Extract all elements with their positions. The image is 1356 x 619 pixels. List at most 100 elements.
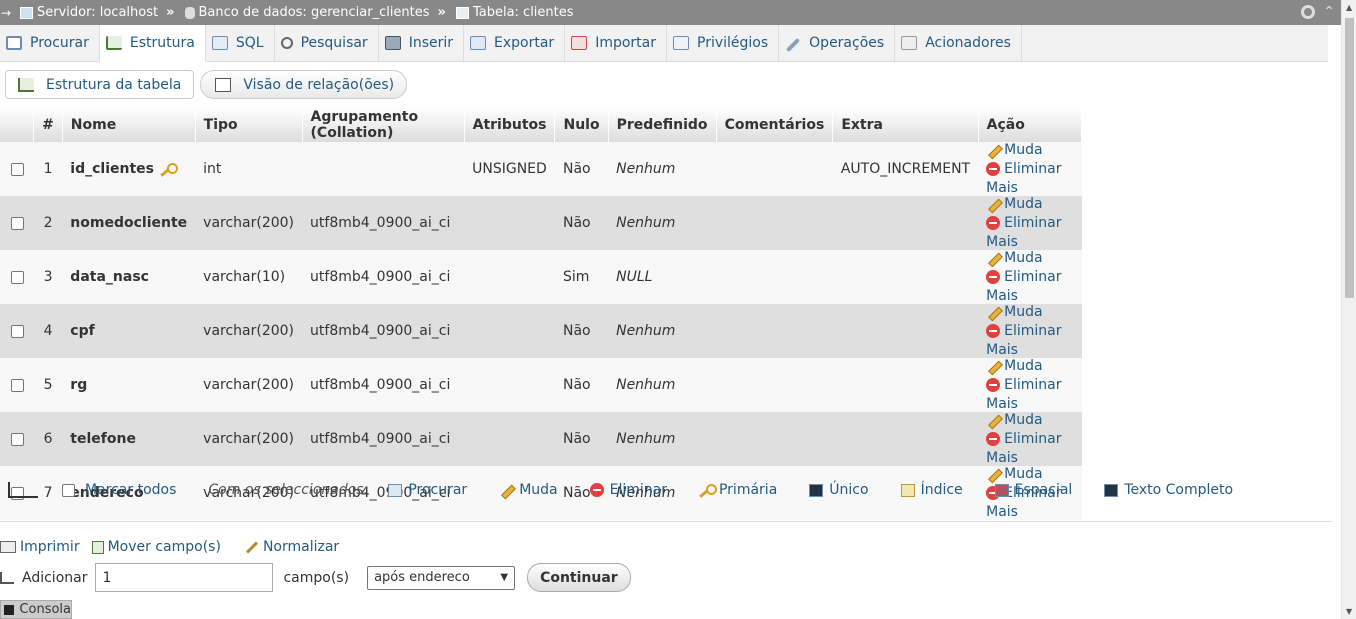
insert-icon <box>384 36 401 50</box>
browse-icon <box>388 483 403 497</box>
add-field-label: Adicionar <box>22 569 88 586</box>
normalize-link[interactable]: Normalizar <box>245 539 339 555</box>
primary-key-icon <box>160 163 178 175</box>
settings-gear-icon[interactable] <box>1301 5 1316 19</box>
server-icon <box>20 6 33 19</box>
cell-number: 2 <box>33 196 63 250</box>
cell-attributes: UNSIGNED <box>464 142 555 196</box>
cell-default: NULL <box>608 250 717 304</box>
bulk-spatial[interactable]: Espacial <box>994 482 1072 498</box>
collapse-icon[interactable]: ⌃ <box>1323 5 1335 19</box>
cell-actions: Muda Eliminar Mais <box>978 196 1082 250</box>
more-action[interactable]: Mais <box>986 450 1018 466</box>
arrow-up-icon <box>8 482 38 498</box>
unique-icon <box>809 483 824 497</box>
more-action[interactable]: Mais <box>986 342 1018 358</box>
tab-triggers[interactable]: Acionadores <box>895 25 1022 61</box>
drop-icon <box>986 216 1001 230</box>
drop-action[interactable]: Eliminar <box>986 215 1062 231</box>
bulk-primary[interactable]: Primária <box>699 482 777 498</box>
breadcrumb-database[interactable]: Banco de dados: gerenciar_clientes <box>184 5 430 20</box>
more-action[interactable]: Mais <box>986 234 1018 250</box>
continue-button[interactable]: Continuar <box>527 563 631 592</box>
cell-type: varchar(200) <box>195 196 303 250</box>
cell-null: Não <box>554 358 609 412</box>
tab-operations[interactable]: Operações <box>779 25 896 61</box>
relation-view-button[interactable]: Visão de relação(ões) <box>200 70 408 99</box>
cell-attributes <box>464 412 555 466</box>
back-arrow-icon[interactable]: → <box>0 6 14 20</box>
tab-sql[interactable]: SQL <box>206 25 275 61</box>
scrollbar-thumb[interactable] <box>1345 18 1354 298</box>
drop-action[interactable]: Eliminar <box>986 161 1062 177</box>
more-action[interactable]: Mais <box>986 504 1018 520</box>
row-checkbox-cell <box>0 142 34 196</box>
print-link[interactable]: Imprimir <box>0 539 80 555</box>
tab-import[interactable]: Importar <box>565 25 667 61</box>
change-action[interactable]: Muda <box>986 196 1042 212</box>
change-action[interactable]: Muda <box>986 304 1042 320</box>
cell-collation: utf8mb4_0900_ai_ci <box>302 196 465 250</box>
scroll-up-icon[interactable]: ▲ <box>1346 3 1352 12</box>
cell-attributes <box>464 358 555 412</box>
cell-null: Não <box>554 196 609 250</box>
breadcrumb-separator: » <box>437 5 446 20</box>
bulk-change[interactable]: Muda <box>499 482 557 498</box>
header-attributes: Atributos <box>464 108 556 142</box>
row-checkbox[interactable] <box>11 162 24 176</box>
check-all-link[interactable]: Marcar todos <box>85 482 176 498</box>
more-action[interactable]: Mais <box>986 180 1018 196</box>
change-action[interactable]: Muda <box>986 142 1042 158</box>
cell-default: Nenhum <box>608 142 717 196</box>
change-action[interactable]: Muda <box>986 412 1042 428</box>
scroll-down-icon[interactable]: ▼ <box>1346 607 1352 616</box>
tab-browse[interactable]: Procurar <box>0 25 100 61</box>
cell-name: rg <box>62 358 196 412</box>
sql-icon <box>211 36 228 50</box>
header-collation: Agrupamento (Collation) <box>302 108 465 142</box>
cell-type: varchar(200) <box>195 304 303 358</box>
bulk-unique[interactable]: Único <box>809 482 869 498</box>
drop-action[interactable]: Eliminar <box>986 323 1062 339</box>
cell-number: 1 <box>33 142 63 196</box>
console-toggle[interactable]: Consola <box>0 600 72 619</box>
row-checkbox[interactable] <box>11 216 24 230</box>
export-icon <box>470 36 487 50</box>
drop-action[interactable]: Eliminar <box>986 431 1062 447</box>
tab-privileges[interactable]: Privilégios <box>667 25 780 61</box>
cell-number: 5 <box>33 358 63 412</box>
more-action[interactable]: Mais <box>986 396 1018 412</box>
tab-search[interactable]: Pesquisar <box>275 25 379 61</box>
bulk-index[interactable]: Índice <box>900 482 963 498</box>
bulk-browse[interactable]: Procurar <box>388 482 467 498</box>
move-columns-link[interactable]: Mover campo(s) <box>91 539 221 555</box>
change-action[interactable]: Muda <box>986 358 1042 374</box>
tab-structure[interactable]: Estrutura <box>99 25 206 62</box>
more-action[interactable]: Mais <box>986 288 1018 304</box>
header-name[interactable]: Nome <box>62 108 196 142</box>
row-checkbox[interactable] <box>11 324 24 338</box>
tab-insert[interactable]: Inserir <box>379 25 465 61</box>
tab-export[interactable]: Exportar <box>464 25 566 61</box>
row-checkbox[interactable] <box>11 378 24 392</box>
table-row: 1 id_clientes int UNSIGNED Não Nenhum AUTO_INC… <box>0 142 1082 196</box>
cell-actions: Muda Eliminar Mais <box>978 142 1082 196</box>
table-structure-button[interactable]: Estrutura da tabela <box>5 70 195 99</box>
bulk-fulltext[interactable]: Texto Completo <box>1104 482 1233 498</box>
breadcrumb-table[interactable]: Tabela: clientes <box>455 5 574 20</box>
field-position-select[interactable]: após endereco ▼ <box>367 565 516 590</box>
breadcrumb-server[interactable]: Servidor: localhost <box>20 5 158 20</box>
cell-null: Não <box>554 142 609 196</box>
row-checkbox[interactable] <box>11 270 24 284</box>
row-checkbox[interactable] <box>11 432 24 446</box>
spatial-icon <box>994 483 1009 497</box>
vertical-scrollbar[interactable]: ▲ ▼ <box>1341 0 1356 619</box>
field-count-input[interactable] <box>95 563 274 592</box>
drop-action[interactable]: Eliminar <box>986 377 1062 393</box>
cell-default: Nenhum <box>608 304 717 358</box>
change-action[interactable]: Muda <box>986 250 1042 266</box>
cell-number: 3 <box>33 250 63 304</box>
bulk-drop[interactable]: Eliminar <box>589 482 667 498</box>
drop-action[interactable]: Eliminar <box>986 269 1062 285</box>
check-all-checkbox[interactable] <box>62 483 75 497</box>
